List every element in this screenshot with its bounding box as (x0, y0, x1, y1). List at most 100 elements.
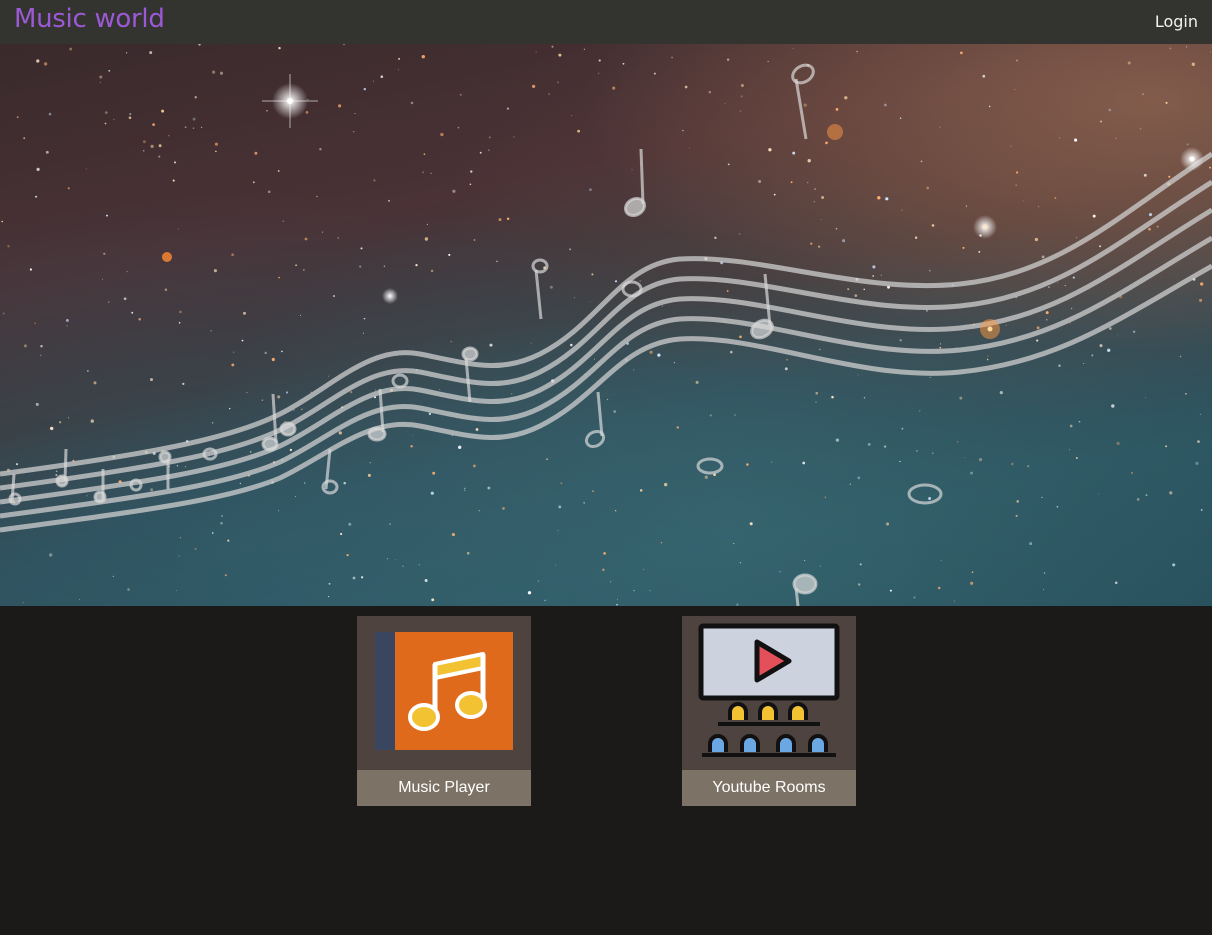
star (432, 471, 436, 475)
star (101, 278, 103, 280)
star (1169, 47, 1172, 50)
star (90, 419, 94, 423)
star (1145, 494, 1148, 497)
star (858, 583, 861, 586)
star (558, 505, 562, 509)
star (815, 391, 818, 395)
star (1046, 319, 1048, 321)
star (849, 483, 851, 485)
star (24, 344, 27, 348)
star (7, 245, 10, 248)
star (660, 542, 663, 544)
star (535, 51, 537, 53)
star (531, 84, 536, 89)
star (1186, 143, 1189, 146)
star (616, 603, 618, 606)
star (1078, 420, 1081, 423)
star (388, 199, 390, 202)
star (473, 239, 476, 241)
star (40, 354, 42, 356)
star (1042, 588, 1045, 590)
star (277, 510, 280, 512)
star (736, 603, 739, 606)
star (814, 188, 817, 191)
star (1099, 245, 1101, 248)
star (1072, 276, 1075, 279)
star (35, 402, 39, 406)
star (1132, 330, 1136, 333)
star (1186, 46, 1188, 48)
star (55, 470, 58, 473)
star (1015, 171, 1019, 174)
star (768, 148, 772, 152)
login-link[interactable]: Login (1155, 12, 1198, 31)
star (664, 482, 668, 487)
star (926, 186, 930, 190)
star (422, 171, 424, 174)
star (278, 46, 281, 50)
star (295, 264, 297, 267)
star (142, 140, 146, 144)
star (1172, 563, 1176, 567)
star (557, 81, 559, 84)
star (970, 581, 974, 585)
star (821, 196, 825, 199)
star (176, 465, 179, 467)
star (527, 591, 532, 595)
star (739, 562, 742, 564)
star (470, 170, 473, 173)
star (343, 481, 346, 485)
star (622, 62, 625, 65)
star (1092, 214, 1096, 218)
star (55, 473, 58, 477)
star (734, 414, 736, 416)
star (593, 358, 595, 360)
star (1116, 441, 1120, 446)
star (1136, 497, 1140, 501)
star (99, 75, 103, 79)
star (373, 179, 376, 182)
star (899, 117, 902, 119)
star (327, 375, 329, 377)
star (410, 445, 413, 448)
star (740, 84, 744, 87)
star (1191, 62, 1195, 66)
star (1070, 322, 1071, 324)
star (938, 586, 941, 590)
star (69, 47, 73, 51)
star (380, 75, 384, 78)
star (661, 305, 664, 307)
star (549, 285, 553, 289)
star (857, 374, 859, 376)
star (733, 542, 735, 545)
star (215, 150, 217, 153)
star (179, 537, 181, 539)
star (714, 236, 717, 240)
star (301, 408, 303, 410)
music-player-card[interactable]: Music Player (357, 616, 531, 806)
brand-logo-link[interactable]: Music world (14, 4, 165, 34)
star (246, 392, 248, 394)
star (1011, 462, 1014, 466)
star (1005, 324, 1007, 326)
star (643, 569, 644, 571)
star (228, 407, 231, 410)
star (211, 422, 214, 424)
star (506, 107, 510, 110)
star (194, 547, 197, 551)
star (192, 117, 196, 121)
star (602, 568, 605, 571)
star (108, 301, 110, 303)
star (458, 445, 462, 449)
star (726, 58, 730, 61)
hero-banner (0, 44, 1212, 606)
youtube-rooms-card[interactable]: Youtube Rooms (682, 616, 856, 806)
star (959, 396, 963, 400)
star (350, 390, 353, 394)
star (397, 69, 399, 71)
star (613, 410, 617, 413)
star (178, 555, 180, 557)
star (158, 144, 162, 148)
star (631, 169, 633, 171)
star (220, 521, 223, 525)
